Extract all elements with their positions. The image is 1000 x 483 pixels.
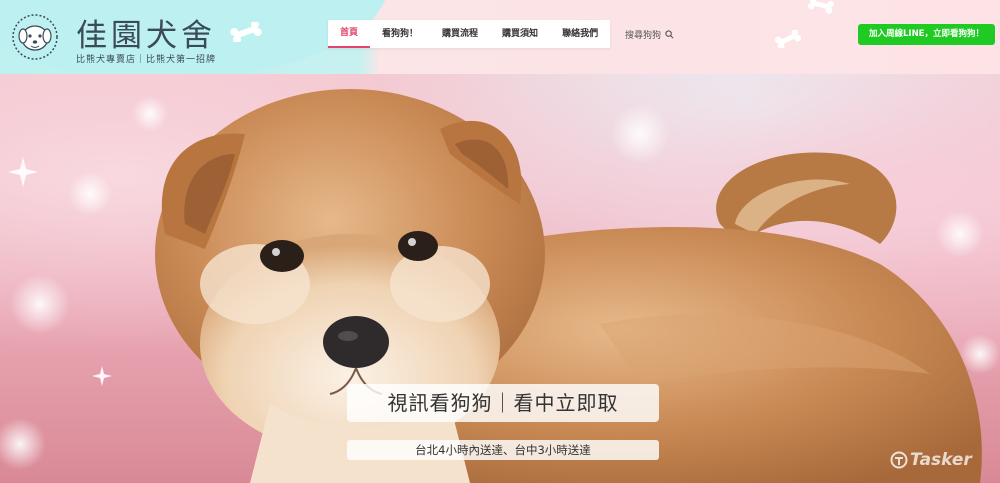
watermark-text: Tasker	[910, 450, 972, 470]
hero-banner: 視訊看狗狗｜看中立即取 台北4小時內送達、台中3小時送達 Tasker	[0, 74, 1000, 483]
search-label: 搜尋狗狗	[625, 31, 662, 41]
bone-decoration-icon	[807, 0, 835, 14]
join-line-button[interactable]: 加入周線LINE，立即看狗狗！	[858, 24, 995, 45]
nav-item-home[interactable]: 首頁	[328, 20, 371, 48]
search-icon	[665, 30, 674, 39]
tasker-watermark: Tasker	[890, 450, 972, 470]
hero-subline: 台北4小時內送達、台中3小時送達	[347, 440, 659, 460]
brand-subtitle: 比熊犬專賣店｜比熊犬第一招牌	[76, 55, 217, 65]
nav-item-purchase-notes[interactable]: 購買須知	[490, 20, 550, 48]
bone-decoration-icon	[774, 30, 802, 48]
nav-item-purchase-process[interactable]: 購買流程	[430, 20, 490, 48]
search-puppies-button[interactable]: 搜尋狗狗	[625, 28, 674, 41]
site-logo[interactable]: 佳園犬舍 比熊犬專賣店｜比熊犬第一招牌	[10, 8, 220, 65]
dog-face-logo-icon	[12, 14, 58, 60]
nav-item-puppies[interactable]: 看狗狗！	[370, 20, 430, 48]
main-nav: 首頁 看狗狗！ 購買流程 購買須知 聯絡我們	[328, 20, 611, 48]
brand-title: 佳園犬舍	[76, 18, 216, 54]
tasker-logo-icon	[890, 451, 908, 469]
hero-headline: 視訊看狗狗｜看中立即取	[347, 384, 659, 422]
site-header: 佳園犬舍 比熊犬專賣店｜比熊犬第一招牌 首頁 看狗狗！ 購買流程 購買須知 聯絡…	[0, 0, 1000, 74]
nav-item-contact[interactable]: 聯絡我們	[550, 20, 610, 48]
bone-decoration-icon	[230, 22, 262, 42]
